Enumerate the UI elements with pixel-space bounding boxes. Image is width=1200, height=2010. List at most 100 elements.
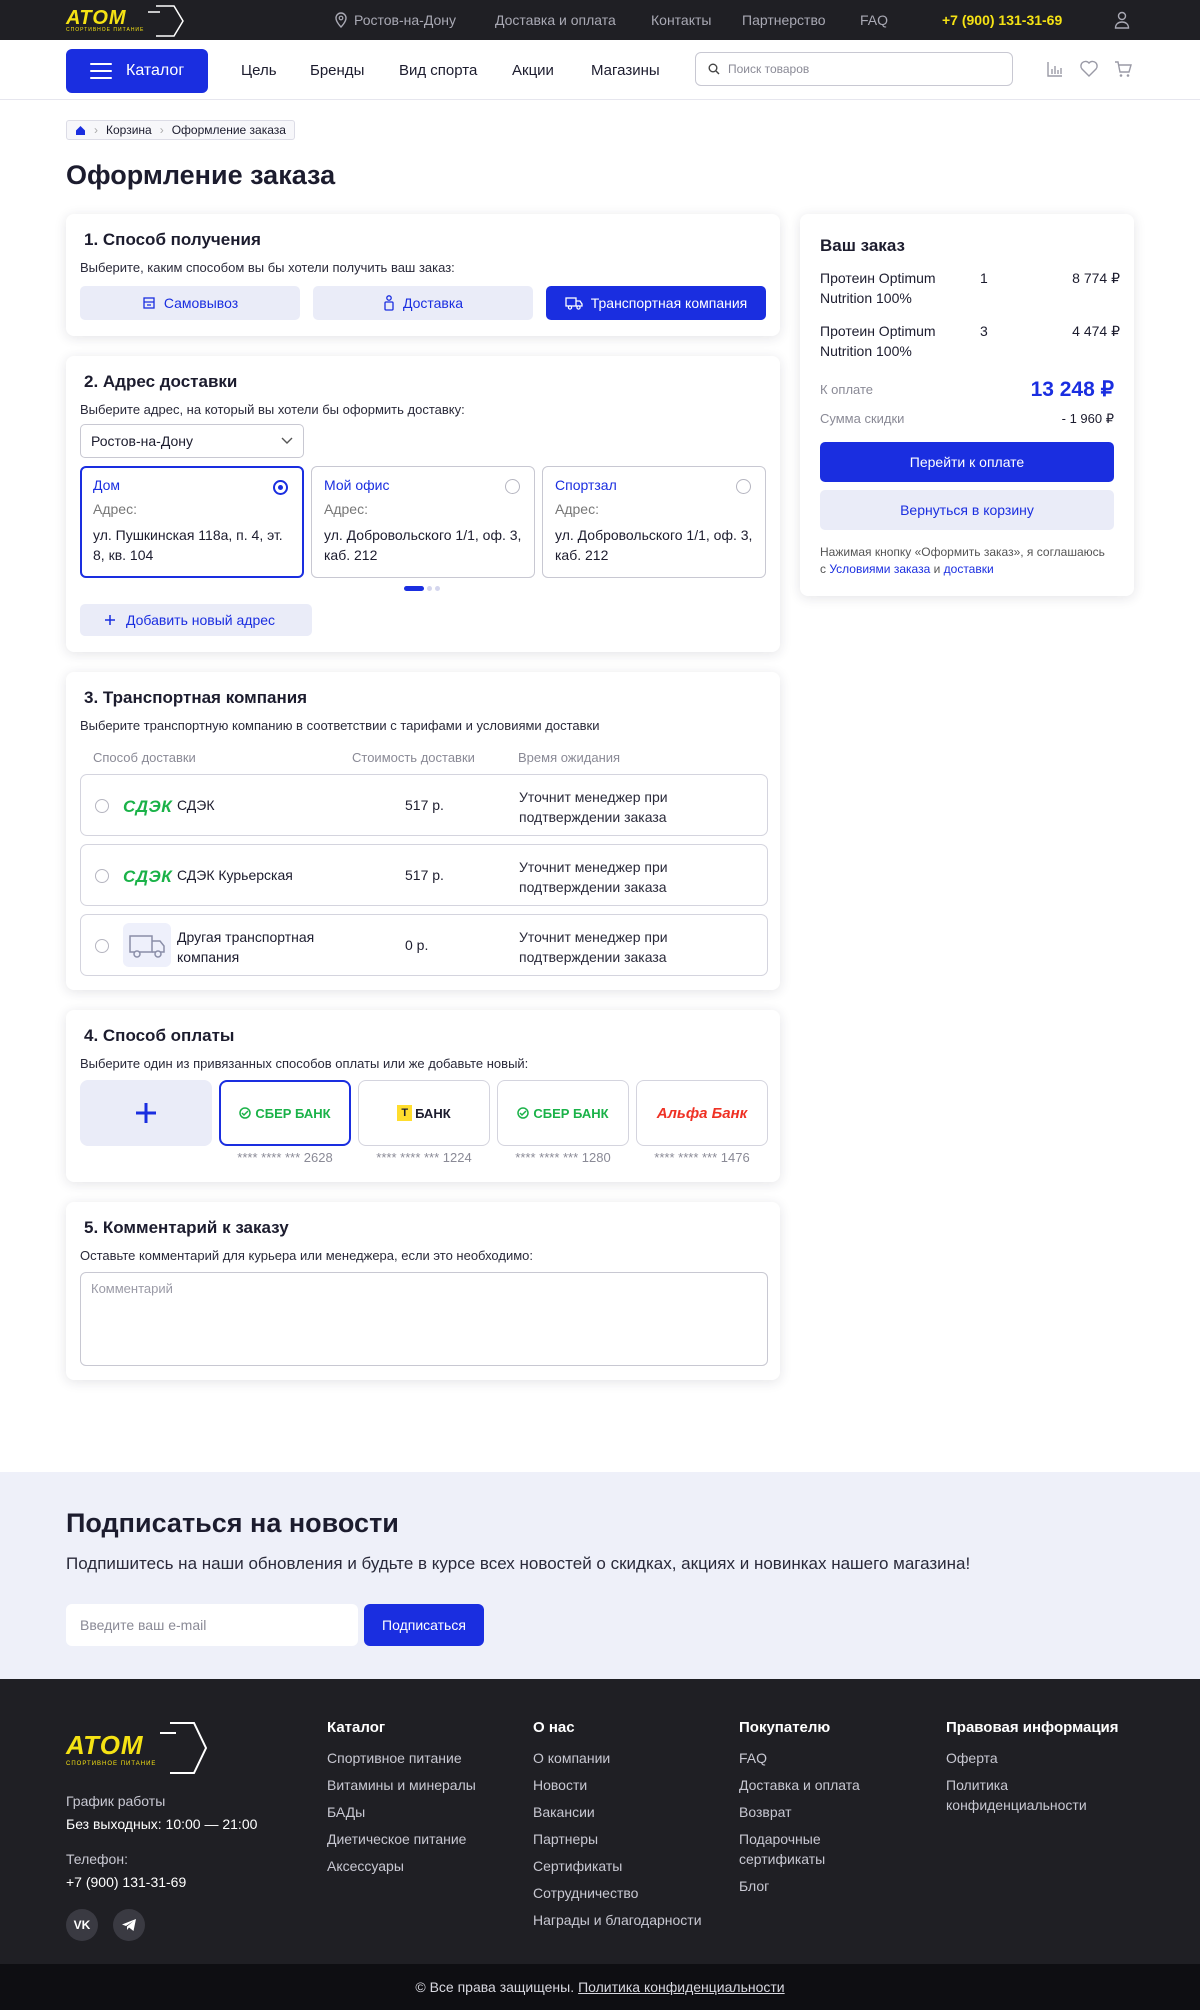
footer-link[interactable]: Вакансии bbox=[533, 1802, 723, 1822]
user-icon[interactable] bbox=[1114, 11, 1130, 29]
comment-textarea[interactable] bbox=[80, 1272, 768, 1366]
nav-link-sport[interactable]: Вид спорта bbox=[399, 62, 477, 79]
breadcrumb-home[interactable] bbox=[67, 121, 94, 139]
transport-radio[interactable] bbox=[95, 799, 109, 813]
store-icon bbox=[143, 297, 155, 309]
back-to-cart-button[interactable]: Вернуться в корзину bbox=[820, 490, 1114, 530]
nav-link-brands[interactable]: Бренды bbox=[310, 62, 364, 79]
search-box[interactable] bbox=[695, 52, 1013, 86]
footer-link[interactable]: Аксессуары bbox=[327, 1856, 507, 1876]
topbar-phone[interactable]: +7 (900) 131-31-69 bbox=[942, 12, 1062, 28]
topbar-link-partnership[interactable]: Партнерство bbox=[742, 12, 826, 28]
delivery-terms-link[interactable]: доставки bbox=[944, 562, 994, 576]
breadcrumb-cart[interactable]: Корзина bbox=[98, 121, 160, 139]
search-input[interactable] bbox=[728, 62, 988, 76]
city-selector[interactable]: Ростов-на-Дону bbox=[334, 12, 456, 28]
breadcrumb-current: Оформление заказа bbox=[171, 123, 286, 137]
method-pickup-button[interactable]: Самовывоз bbox=[80, 286, 300, 320]
logo-subtext: СПОРТИВНОЕ ПИТАНИЕ bbox=[66, 27, 145, 33]
footer-phone[interactable]: +7 (900) 131-31-69 bbox=[66, 1872, 186, 1892]
add-payment-button[interactable] bbox=[80, 1080, 212, 1146]
plus-icon bbox=[105, 615, 115, 625]
footer-link[interactable]: Новости bbox=[533, 1775, 723, 1795]
footer-col-title: Каталог bbox=[327, 1719, 386, 1736]
topbar-link-contacts[interactable]: Контакты bbox=[651, 12, 711, 28]
footer-col-about: О нас О компании Новости Вакансии Партне… bbox=[533, 1719, 723, 1937]
footer-link[interactable]: Оферта bbox=[946, 1748, 1146, 1768]
address-card-home[interactable]: Дом Адрес: ул. Пушкинская 118а, п. 4, эт… bbox=[80, 466, 304, 578]
nav-link-stores[interactable]: Магазины bbox=[591, 62, 660, 79]
add-address-button[interactable]: Добавить новый адрес bbox=[80, 604, 312, 636]
address-radio[interactable] bbox=[736, 479, 751, 494]
footer-link[interactable]: FAQ bbox=[739, 1748, 879, 1768]
summary-item: Протеин Optimum Nutrition 100% 1 8 774 ₽ bbox=[820, 268, 1120, 308]
nav-link-goal[interactable]: Цель bbox=[241, 62, 277, 79]
vk-icon[interactable]: VK bbox=[66, 1909, 98, 1941]
footer-link[interactable]: Спортивное питание bbox=[327, 1748, 507, 1768]
privacy-link[interactable]: Политика конфиденциальности bbox=[578, 1979, 785, 1995]
favorites-icon[interactable] bbox=[1080, 60, 1098, 77]
transport-row-cdek-courier[interactable]: СДЭК СДЭК Курьерская 517 р. Уточнит мене… bbox=[80, 844, 768, 906]
terms-link[interactable]: Условиями заказа bbox=[829, 562, 930, 576]
footer-link[interactable]: Сертификаты bbox=[533, 1856, 723, 1876]
logo-hex-icon bbox=[160, 1722, 208, 1774]
address-radio[interactable] bbox=[505, 479, 520, 494]
footer-link[interactable]: Блог bbox=[739, 1876, 879, 1896]
footer-logo[interactable]: АТОМ СПОРТИВНОЕ ПИТАНИЕ bbox=[66, 1719, 210, 1777]
footer-link[interactable]: Доставка и оплата bbox=[739, 1775, 879, 1795]
address-radio[interactable] bbox=[273, 480, 288, 495]
footer-link[interactable]: Сотрудничество bbox=[533, 1883, 723, 1903]
method-transport-button[interactable]: Транспортная компания bbox=[546, 286, 766, 320]
step3-subtitle: Выберите транспортную компанию в соответ… bbox=[80, 718, 600, 733]
transport-row-other[interactable]: Другая транспортная компания 0 р. Уточни… bbox=[80, 914, 768, 976]
delivery-address-card: 2. Адрес доставки Выберите адрес, на кот… bbox=[66, 356, 780, 652]
subscribe-button[interactable]: Подписаться bbox=[364, 1604, 484, 1646]
footer-link[interactable]: Партнеры bbox=[533, 1829, 723, 1849]
catalog-button[interactable]: Каталог bbox=[66, 49, 208, 93]
address-card-office[interactable]: Мой офис Адрес: ул. Добровольского 1/1, … bbox=[311, 466, 535, 578]
cart-icon[interactable] bbox=[1114, 60, 1132, 78]
payment-card-sber-2[interactable]: СБЕР БАНК bbox=[497, 1080, 629, 1146]
footer-link[interactable]: Награды и благодарности bbox=[533, 1910, 723, 1930]
method-delivery-button[interactable]: Доставка bbox=[313, 286, 533, 320]
transport-radio[interactable] bbox=[95, 939, 109, 953]
footer-link[interactable]: Подарочные сертификаты bbox=[739, 1829, 879, 1869]
transport-row-cdek[interactable]: СДЭК СДЭК 517 р. Уточнит менеджер при по… bbox=[80, 774, 768, 836]
payment-card-tbank[interactable]: T БАНК bbox=[358, 1080, 490, 1146]
footer-link[interactable]: Диетическое питание bbox=[327, 1829, 507, 1849]
footer-link[interactable]: БАДы bbox=[327, 1802, 507, 1822]
topbar-link-delivery[interactable]: Доставка и оплата bbox=[495, 12, 616, 28]
compare-icon[interactable] bbox=[1046, 60, 1064, 78]
payment-card-sber-1[interactable]: СБЕР БАНК bbox=[219, 1080, 351, 1146]
carousel-dots[interactable] bbox=[404, 586, 440, 591]
transport-radio[interactable] bbox=[95, 869, 109, 883]
email-field[interactable] bbox=[66, 1604, 358, 1646]
city-select[interactable]: Ростов-на-Дону bbox=[80, 424, 304, 458]
sber-check-icon bbox=[517, 1107, 530, 1119]
footer-link[interactable]: Витамины и минералы bbox=[327, 1775, 507, 1795]
top-bar: АТОМ СПОРТИВНОЕ ПИТАНИЕ Ростов-на-Дону Д… bbox=[0, 0, 1200, 40]
phone-label: Телефон: bbox=[66, 1851, 128, 1867]
header-logo[interactable]: АТОМ СПОРТИВНОЕ ПИТАНИЕ bbox=[66, 2, 186, 40]
telegram-icon[interactable] bbox=[113, 1909, 145, 1941]
cdek-logo: СДЭК bbox=[123, 797, 173, 816]
search-icon bbox=[708, 63, 720, 75]
pay-button[interactable]: Перейти к оплате bbox=[820, 442, 1114, 482]
payment-card-alfa[interactable]: Альфа Банк bbox=[636, 1080, 768, 1146]
step2-subtitle: Выберите адрес, на который вы хотели бы … bbox=[80, 402, 465, 417]
footer-link[interactable]: Возврат bbox=[739, 1802, 879, 1822]
sber-check-icon bbox=[239, 1107, 252, 1119]
total-label: К оплате bbox=[820, 382, 874, 397]
topbar-link-faq[interactable]: FAQ bbox=[860, 12, 888, 28]
location-pin-icon bbox=[335, 12, 347, 28]
nav-link-sales[interactable]: Акции bbox=[512, 62, 554, 79]
agreement-and: и bbox=[933, 562, 941, 576]
transport-company-card: 3. Транспортная компания Выберите трансп… bbox=[66, 672, 780, 990]
address-card-gym[interactable]: Спортзал Адрес: ул. Добровольского 1/1, … bbox=[542, 466, 766, 578]
footer: АТОМ СПОРТИВНОЕ ПИТАНИЕ График работы Бе… bbox=[0, 1679, 1200, 1964]
step3-title: 3. Транспортная компания bbox=[84, 688, 308, 707]
footer-link[interactable]: Политика конфиденциальности bbox=[946, 1775, 1116, 1815]
summary-item-qty: 1 bbox=[980, 270, 988, 286]
agreement-text: Нажимая кнопку «Оформить заказ», я согла… bbox=[820, 544, 1114, 578]
footer-link[interactable]: О компании bbox=[533, 1748, 723, 1768]
